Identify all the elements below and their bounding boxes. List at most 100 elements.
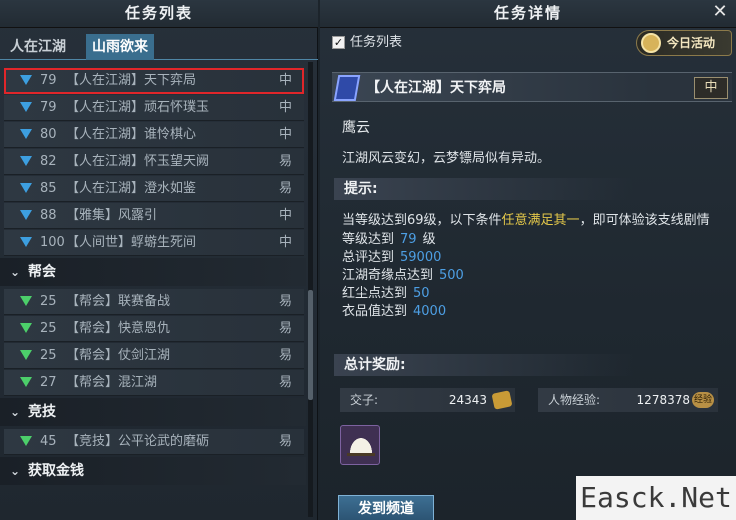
task-list-item[interactable]: 79 【人在江湖】顽石怀璞玉 中	[4, 95, 304, 121]
reward-label: 交子:	[350, 393, 379, 407]
hint-intro-tail: ，即可体验该支线剧情	[579, 213, 710, 228]
task-list-item[interactable]: 82 【人在江湖】怀玉望天阙 易	[4, 149, 304, 175]
reward-value: 24343	[448, 393, 487, 407]
task-difficulty: 易	[278, 434, 292, 449]
watermark: Easck.Net	[576, 476, 736, 520]
reward-section-title: 总计奖励:	[334, 354, 634, 376]
task-group-label: 帮会	[28, 264, 56, 280]
task-difficulty: 易	[278, 154, 292, 169]
task-name: 【帮会】混江湖	[66, 375, 158, 390]
task-name: 【人间世】蜉蝣生死间	[66, 235, 197, 250]
task-arrow-icon	[20, 436, 32, 446]
task-list-item[interactable]: 25 【帮会】仗剑江湖 易	[4, 343, 304, 369]
task-name: 【人在江湖】怀玉望天阙	[66, 154, 210, 169]
reward-label: 人物经验:	[548, 393, 601, 407]
task-list-item[interactable]: 27 【帮会】混江湖 易	[4, 370, 304, 396]
condition-value: 59000	[400, 250, 442, 265]
hint-intro-highlight: 任意满足其一	[501, 213, 580, 228]
condition-value: 500	[439, 268, 464, 283]
task-list-checkbox[interactable]: ✓	[332, 36, 345, 49]
hint-intro-text: 当等级达到69级，以下条件	[342, 213, 502, 228]
task-detail-title: 任务详情	[320, 0, 736, 28]
condition-item: 等级达到 79 级	[342, 231, 436, 249]
task-list-item[interactable]: 79 【人在江湖】天下弈局 中	[4, 68, 304, 94]
today-activity-button[interactable]: 今日活动	[636, 30, 732, 56]
task-level: 25	[40, 321, 57, 336]
task-arrow-icon	[20, 377, 32, 387]
task-group-header[interactable]: ⌄ 获取金钱	[0, 457, 306, 485]
task-list-item[interactable]: 45 【竞技】公平论武的磨砺 易	[4, 429, 304, 455]
task-list-tabs: 人在江湖 山雨欲来	[0, 34, 318, 60]
today-activity-label: 今日活动	[667, 36, 716, 50]
task-level: 79	[40, 100, 57, 115]
task-detail-panel: 任务详情 ✕ ✓ 任务列表 今日活动 【人在江湖】天下弈局 中 鹰云 江湖风云变…	[320, 0, 736, 520]
reward-value: 1278378	[636, 393, 690, 407]
task-difficulty: 中	[278, 235, 292, 250]
condition-value: 4000	[413, 304, 447, 319]
task-name: 【竞技】公平论武的磨砺	[66, 434, 210, 449]
task-level: 79	[40, 73, 57, 88]
tab-shan-yu-yu-lai[interactable]: 山雨欲来	[86, 34, 154, 60]
task-name: 【雅集】风露引	[66, 208, 158, 223]
task-list-item[interactable]: 25 【帮会】快意恩仇 易	[4, 316, 304, 342]
task-list-item[interactable]: 88 【雅集】风露引 中	[4, 203, 304, 229]
condition-label: 等级达到	[342, 232, 395, 247]
chevron-down-icon: ⌄	[10, 464, 21, 478]
task-list-scrollbar-thumb[interactable]	[308, 290, 313, 400]
task-difficulty: 易	[278, 294, 292, 309]
task-level: 88	[40, 208, 57, 223]
task-level: 25	[40, 348, 57, 363]
task-arrow-icon	[20, 296, 32, 306]
task-difficulty-badge: 中	[694, 77, 728, 99]
task-list-item[interactable]: 85 【人在江湖】澄水如鉴 易	[4, 176, 304, 202]
task-title: 【人在江湖】天下弈局	[366, 80, 506, 96]
condition-item: 红尘点达到 50	[342, 285, 430, 303]
task-arrow-icon	[20, 183, 32, 193]
task-description: 江湖风云变幻，云梦镖局似有异动。	[342, 151, 551, 166]
reward-jiaozi: 交子: 24343	[340, 388, 515, 412]
condition-item: 总评达到 59000	[342, 249, 441, 267]
reward-item-slot[interactable]	[340, 425, 380, 465]
close-button[interactable]: ✕	[710, 2, 730, 22]
task-difficulty: 中	[278, 73, 292, 88]
task-level: 27	[40, 375, 57, 390]
task-arrow-icon	[20, 129, 32, 139]
task-name: 【帮会】快意恩仇	[66, 321, 171, 336]
task-level: 82	[40, 154, 57, 169]
task-arrow-icon	[20, 156, 32, 166]
task-list-item[interactable]: 25 【帮会】联赛备战 易	[4, 289, 304, 315]
condition-item: 衣品值达到 4000	[342, 303, 446, 321]
condition-value: 79	[400, 232, 417, 247]
task-difficulty: 易	[278, 321, 292, 336]
reward-experience: 人物经验: 1278378 经验	[538, 388, 718, 412]
task-arrow-icon	[20, 350, 32, 360]
task-name: 【人在江湖】天下弈局	[66, 73, 197, 88]
task-group-header[interactable]: ⌄ 帮会	[0, 258, 306, 286]
task-list-item[interactable]: 80 【人在江湖】谁怜棋心 中	[4, 122, 304, 148]
hint-section-title: 提示:	[334, 178, 634, 200]
condition-label: 衣品值达到	[342, 304, 408, 319]
task-list-title: 任务列表	[0, 0, 318, 28]
activity-icon	[641, 33, 661, 53]
task-name: 【帮会】联赛备战	[66, 294, 171, 309]
task-arrow-icon	[20, 237, 32, 247]
task-list-panel: 任务列表 人在江湖 山雨欲来 79 【人在江湖】天下弈局中 79 【人在江湖】顽石怀璞…	[0, 0, 318, 520]
chevron-down-icon: ⌄	[10, 265, 21, 279]
fan-icon	[347, 434, 375, 456]
share-to-channel-button[interactable]: 发到频道	[338, 495, 434, 520]
hint-intro: 当等级达到69级，以下条件任意满足其一，即可体验该支线剧情	[342, 212, 710, 230]
condition-label: 江湖奇缘点达到	[342, 268, 434, 283]
task-difficulty: 中	[278, 208, 292, 223]
task-difficulty: 易	[278, 375, 292, 390]
coin-icon	[491, 390, 513, 410]
task-name: 【人在江湖】谁怜棋心	[66, 127, 197, 142]
task-level: 100	[40, 235, 65, 250]
condition-label: 红尘点达到	[342, 286, 408, 301]
task-group-header[interactable]: ⌄ 竞技	[0, 398, 306, 426]
chevron-down-icon: ⌄	[10, 405, 21, 419]
tab-ren-zai-jiang-hu[interactable]: 人在江湖	[4, 34, 72, 60]
task-level: 25	[40, 294, 57, 309]
task-list-item[interactable]: 100 【人间世】蜉蝣生死间 中	[4, 230, 304, 256]
condition-item: 江湖奇缘点达到 500	[342, 267, 464, 285]
task-npc: 鹰云	[342, 120, 370, 136]
